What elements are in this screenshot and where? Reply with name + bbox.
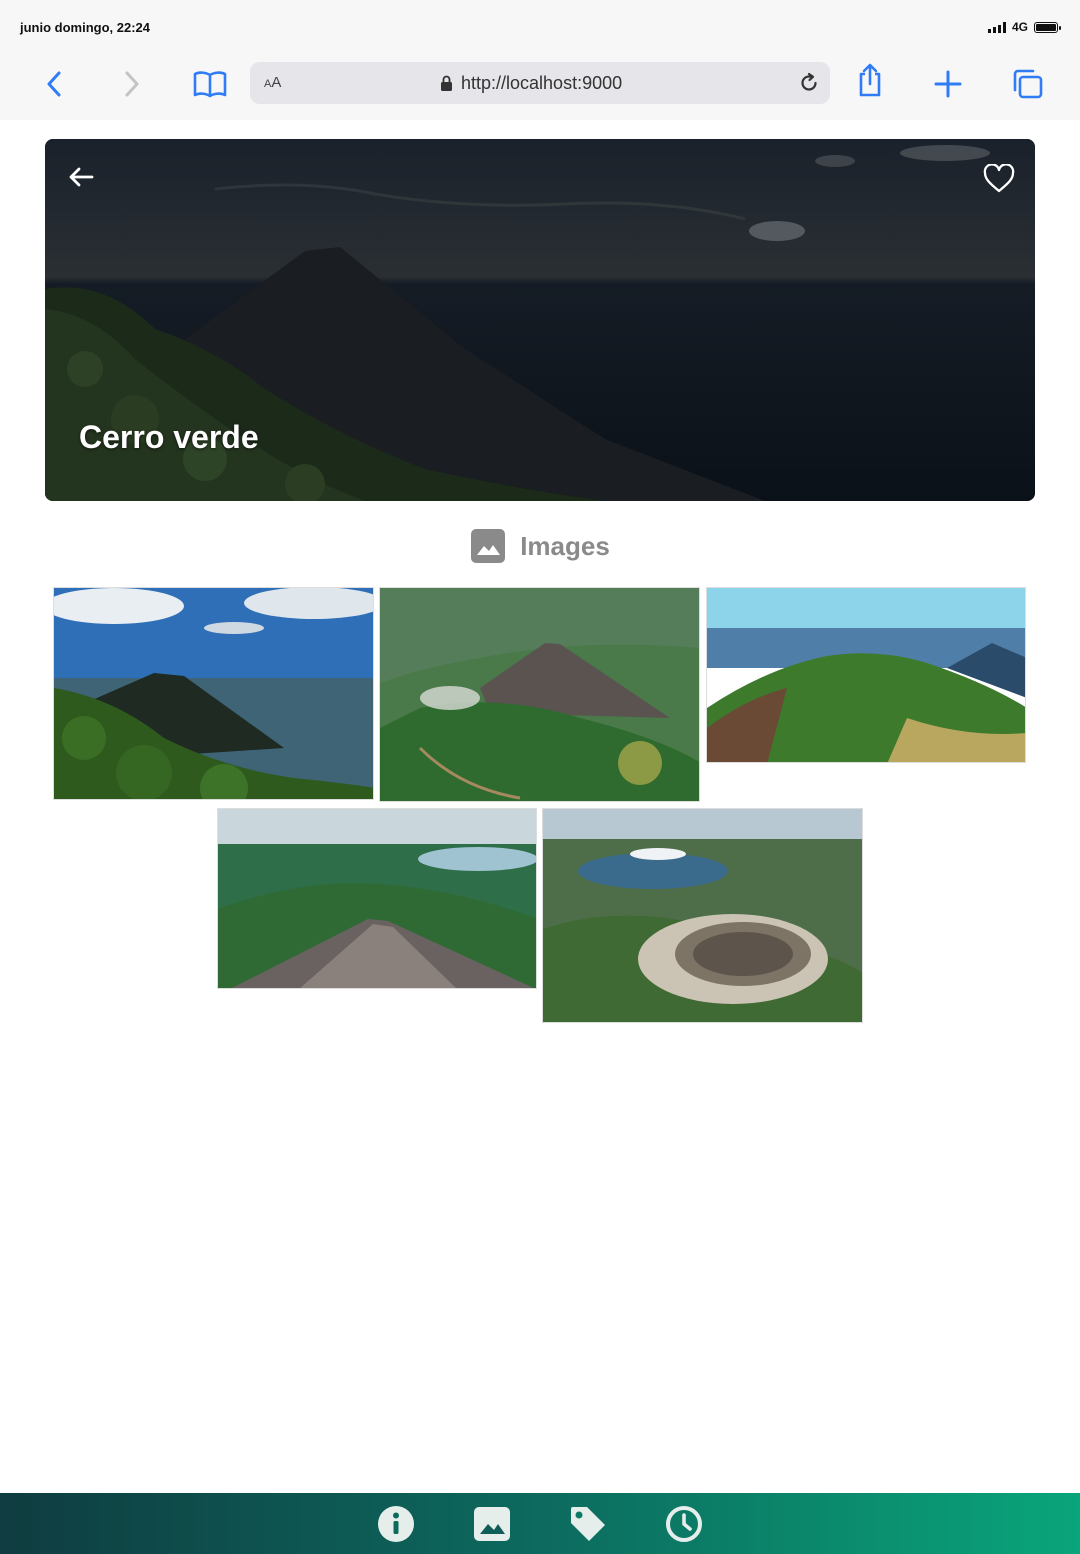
image-icon[interactable] (472, 1504, 512, 1544)
hero-banner: Cerro verde (45, 139, 1035, 501)
clock-icon[interactable] (664, 1504, 704, 1544)
signal-icon (987, 21, 1006, 33)
bottom-navigation (0, 1493, 1080, 1554)
gallery-photo[interactable] (542, 808, 863, 1023)
image-icon (471, 529, 506, 563)
bookmarks-icon[interactable] (190, 68, 230, 100)
arrow-left-icon[interactable] (65, 161, 97, 193)
gallery-photo[interactable] (53, 587, 374, 800)
gallery-photo[interactable] (217, 808, 537, 989)
network-label: 4G (1011, 20, 1028, 34)
tabs-icon[interactable] (1008, 68, 1048, 100)
status-indicators: 4G (987, 20, 1061, 34)
reload-icon[interactable] (796, 70, 822, 96)
url-display[interactable]: http://localhost:9000 (440, 73, 622, 94)
status-time: junio domingo, 22:24 (20, 20, 151, 35)
gallery-photo[interactable] (379, 587, 700, 802)
status-bar: junio domingo, 22:24 4G (0, 0, 1080, 56)
gallery-photo[interactable] (706, 587, 1026, 763)
battery-icon (1034, 21, 1061, 33)
browser-toolbar: AA http://localhost:9000 (0, 56, 1080, 120)
address-bar[interactable]: AA http://localhost:9000 (250, 62, 830, 104)
share-icon[interactable] (850, 63, 890, 97)
place-title: Cerro verde (79, 419, 259, 455)
lock-icon (441, 75, 452, 91)
text-size-button[interactable]: AA (264, 74, 281, 91)
new-tab-icon[interactable] (928, 68, 968, 100)
url-text: http://localhost:9000 (461, 73, 623, 93)
section-title: Images (520, 530, 610, 561)
heart-outline-icon[interactable] (981, 161, 1017, 195)
forward-icon[interactable] (112, 68, 152, 100)
back-icon[interactable] (34, 68, 74, 100)
tag-icon[interactable] (568, 1504, 608, 1544)
images-section-header: Images (0, 528, 1080, 564)
info-icon[interactable] (376, 1504, 416, 1544)
